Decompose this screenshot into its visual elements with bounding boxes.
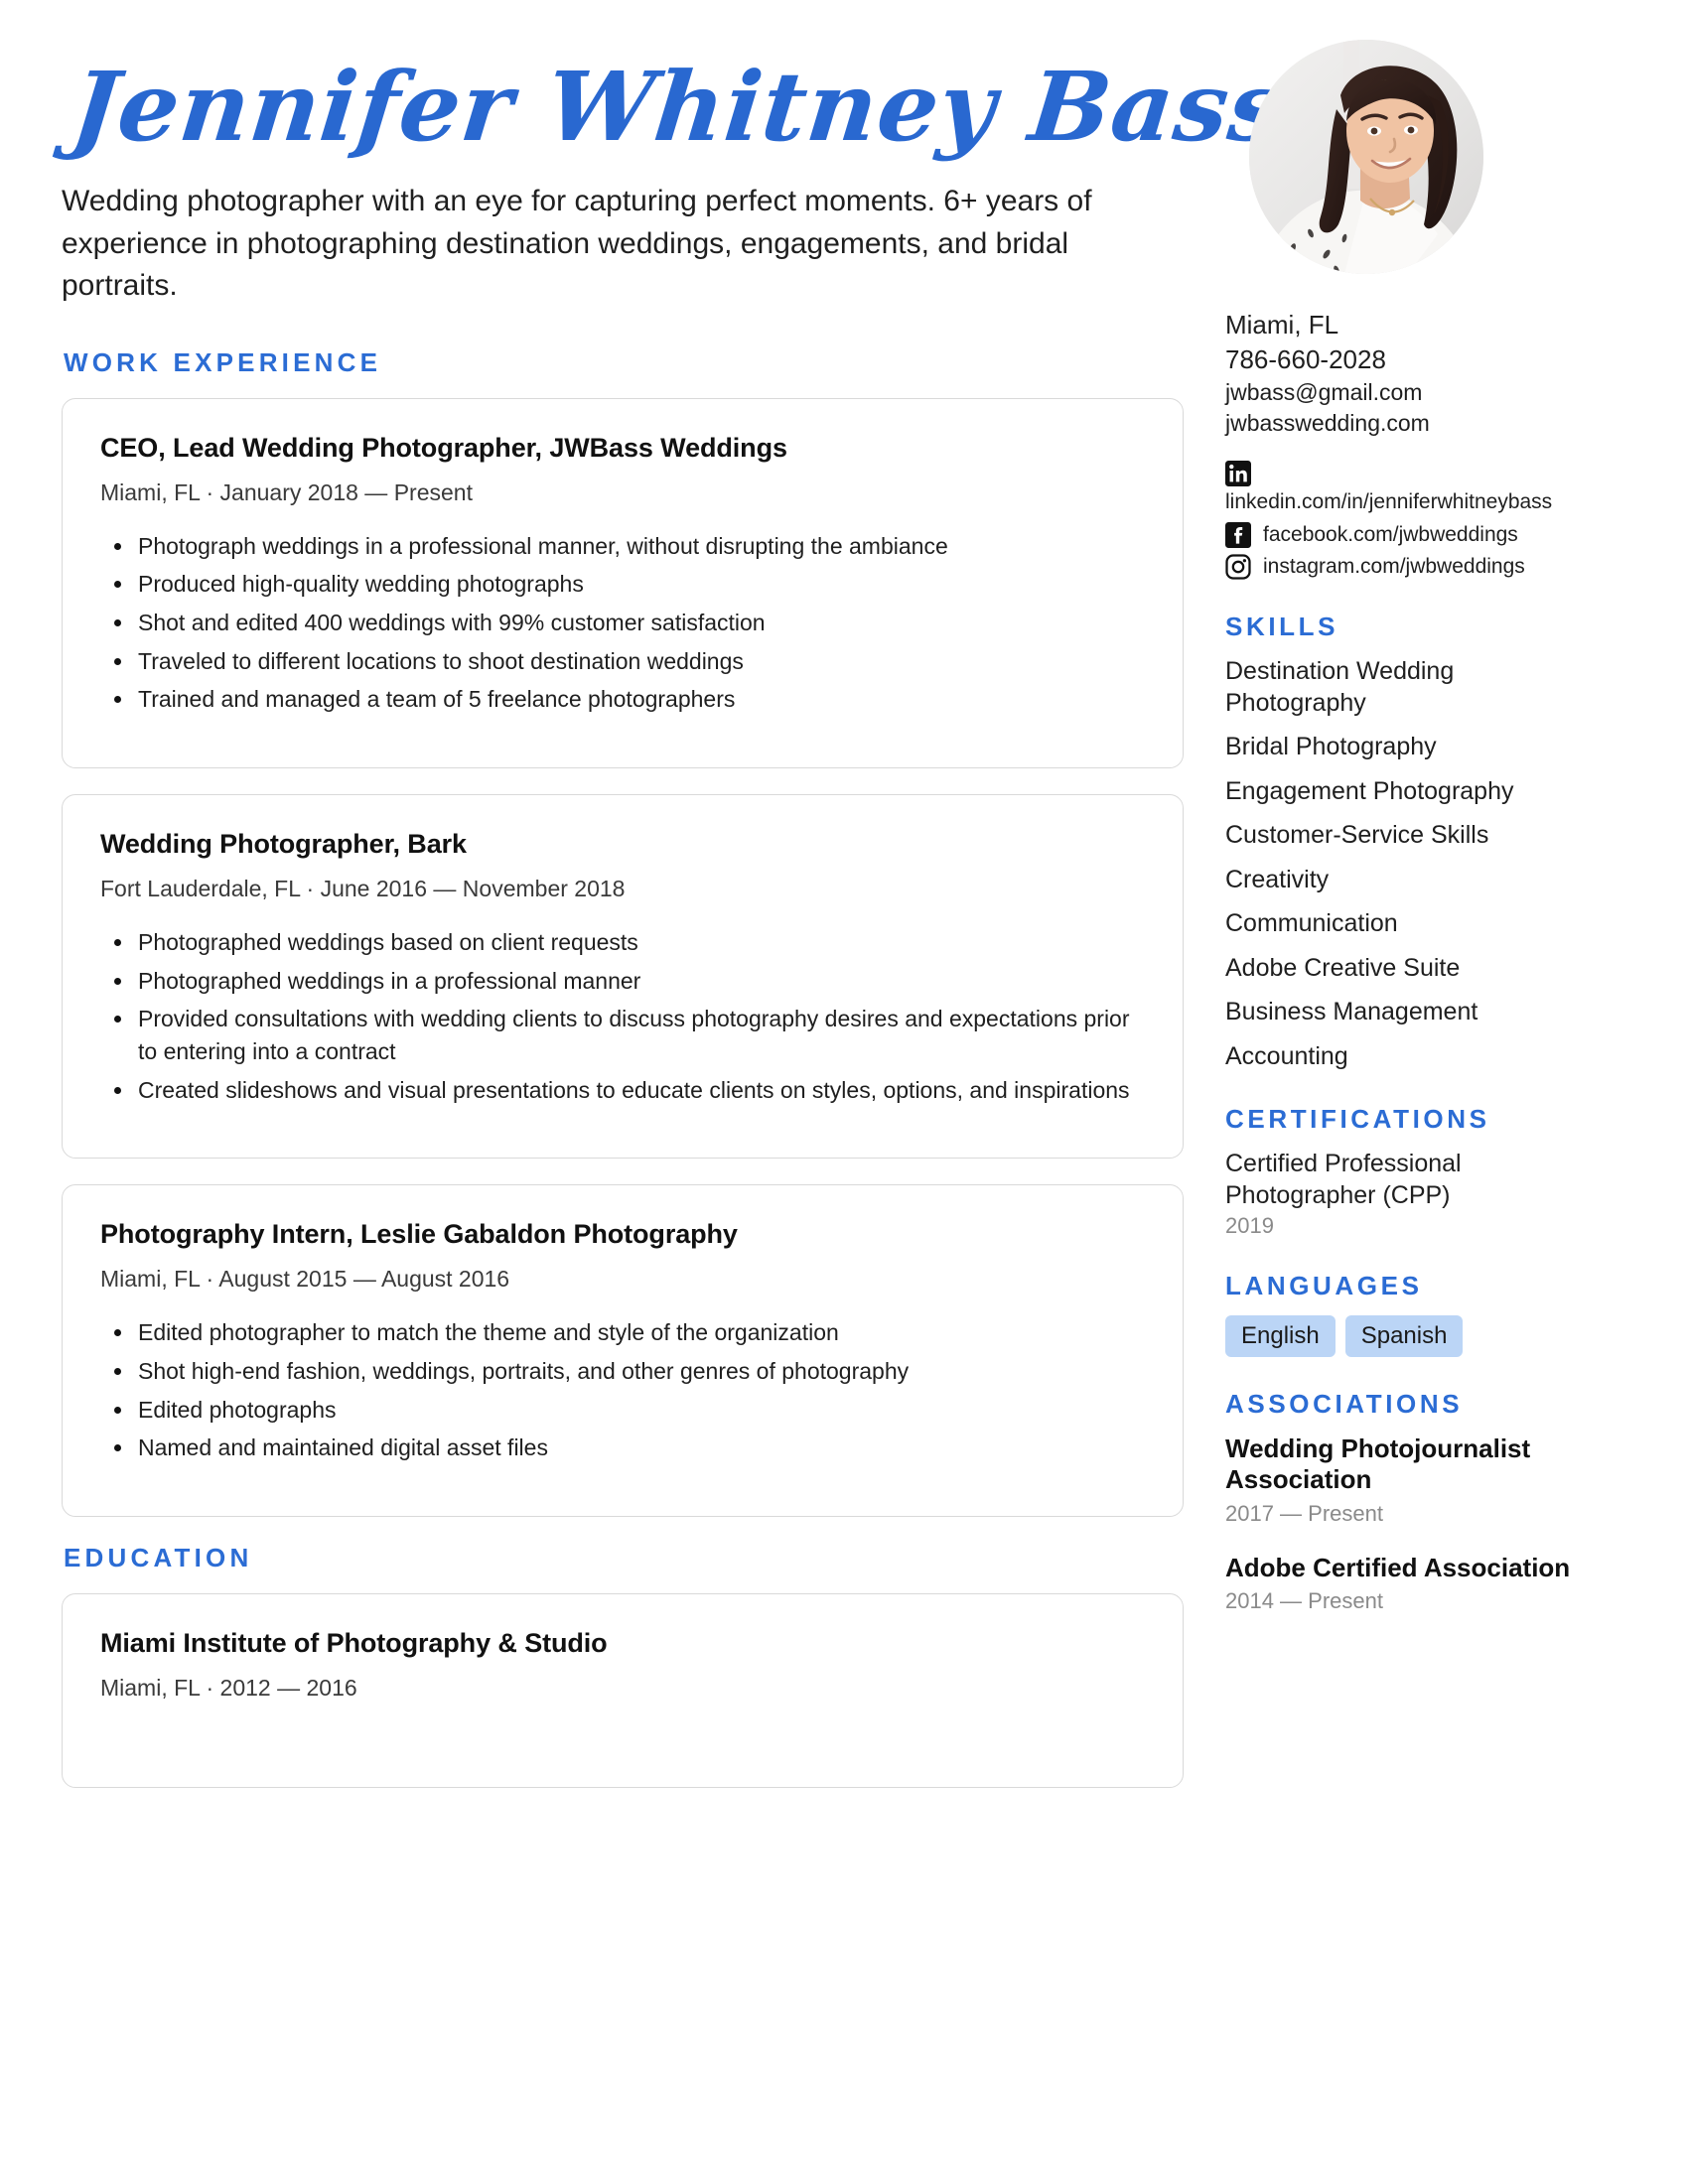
avatar — [1249, 40, 1483, 274]
avatar-illustration — [1249, 40, 1483, 274]
skill-item: Communication — [1225, 909, 1398, 938]
contact-phone[interactable]: 786-660-2028 — [1225, 342, 1593, 377]
instagram-icon — [1225, 554, 1251, 580]
job-bullet: Created slideshows and visual presentati… — [100, 1074, 1145, 1107]
job-meta: Miami, FL · August 2015 — August 2016 — [100, 1266, 510, 1293]
contact-location: Miami, FL — [1225, 310, 1339, 340]
certification-item: Certified Professional Photographer (CPP… — [1225, 1149, 1593, 1239]
job-bullet: Edited photographer to match the theme a… — [100, 1316, 1145, 1349]
job-title: Photography Intern, Leslie Gabaldon Phot… — [100, 1219, 738, 1250]
social-links: linkedin.com/in/jenniferwhitneybass face… — [1225, 461, 1593, 580]
job-bullets: Photograph weddings in a professional ma… — [100, 530, 1145, 716]
job-bullet: Provided consultations with wedding clie… — [100, 1003, 1145, 1067]
job-bullet: Photographed weddings in a professional … — [100, 965, 1145, 998]
professional-summary: Wedding photographer with an eye for cap… — [62, 185, 1092, 303]
contact-block: Miami, FL 786-660-2028 jwbass@gmail.com … — [1225, 308, 1593, 439]
main-column: Jennifer Whitney Bass Wedding photograph… — [62, 40, 1290, 1814]
facebook-url: facebook.com/jwbweddings — [1263, 523, 1518, 547]
job-title: Wedding Photographer, Bark — [100, 829, 467, 860]
job-bullet: Traveled to different locations to shoot… — [100, 645, 1145, 678]
skill-item: Adobe Creative Suite — [1225, 953, 1461, 982]
section-heading-skills: SKILLS — [1225, 612, 1339, 642]
section-heading-certifications: CERTIFICATIONS — [1225, 1104, 1490, 1135]
job-bullets: Edited photographer to match the theme a… — [100, 1316, 1145, 1464]
work-experience-entry: Wedding Photographer, Bark Fort Lauderda… — [62, 794, 1184, 1160]
association-name: Adobe Certified Association — [1225, 1552, 1571, 1582]
school-meta: Miami, FL · 2012 — 2016 — [100, 1674, 357, 1701]
resume-page: Jennifer Whitney Bass Wedding photograph… — [0, 0, 1688, 2184]
instagram-url: instagram.com/jwbweddings — [1263, 555, 1525, 579]
association-name: Wedding Photojournalist Association — [1225, 1433, 1531, 1495]
certifications-list: Certified Professional Photographer (CPP… — [1225, 1149, 1593, 1239]
job-bullet: Shot high-end fashion, weddings, portrai… — [100, 1355, 1145, 1388]
section-heading-associations: ASSOCIATIONS — [1225, 1389, 1464, 1420]
job-bullet: Photographed weddings based on client re… — [100, 926, 1145, 959]
associations-list: Wedding Photojournalist Association 2017… — [1225, 1433, 1593, 1614]
languages-list: English Spanish — [1225, 1315, 1593, 1358]
association-date: 2017 — Present — [1225, 1500, 1383, 1526]
work-experience-entry: Photography Intern, Leslie Gabaldon Phot… — [62, 1184, 1184, 1517]
school-name: Miami Institute of Photography & Studio — [100, 1627, 608, 1658]
education-entry: Miami Institute of Photography & Studio … — [62, 1592, 1184, 1788]
contact-website[interactable]: jwbasswedding.com — [1225, 408, 1593, 439]
skill-item: Destination Wedding Photography — [1225, 657, 1455, 717]
section-heading-work-experience: WORK EXPERIENCE — [64, 346, 382, 377]
work-experience-entry: CEO, Lead Wedding Photographer, JWBass W… — [62, 397, 1184, 769]
facebook-link[interactable]: facebook.com/jwbweddings — [1225, 522, 1593, 549]
skills-list: Destination Wedding Photography Bridal P… — [1225, 656, 1593, 1072]
certification-date: 2019 — [1225, 1213, 1274, 1239]
page-title: Jennifer Whitney Bass — [67, 51, 1290, 163]
skill-item: Business Management — [1225, 998, 1478, 1026]
job-meta: Fort Lauderdale, FL · June 2016 — Novemb… — [100, 876, 626, 902]
certification-name: Certified Professional Photographer (CPP… — [1225, 1150, 1462, 1209]
job-meta: Miami, FL · January 2018 — Present — [100, 478, 473, 505]
education-list: Miami Institute of Photography & Studio … — [62, 1592, 1184, 1788]
resume-layout: Jennifer Whitney Bass Wedding photograph… — [0, 0, 1688, 1814]
job-bullet: Produced high-quality wedding photograph… — [100, 568, 1145, 601]
job-bullet: Photograph weddings in a professional ma… — [100, 530, 1145, 563]
language-tag: Spanish — [1344, 1315, 1464, 1358]
skill-item: Engagement Photography — [1225, 776, 1514, 805]
job-bullet: Trained and managed a team of 5 freelanc… — [100, 683, 1145, 716]
association-date: 2014 — Present — [1225, 1587, 1383, 1613]
work-experience-list: CEO, Lead Wedding Photographer, JWBass W… — [62, 397, 1184, 1517]
section-heading-education: EDUCATION — [64, 1542, 253, 1572]
job-bullet: Shot and edited 400 weddings with 99% cu… — [100, 607, 1145, 639]
job-bullets: Photographed weddings based on client re… — [100, 926, 1145, 1106]
skill-item: Creativity — [1225, 865, 1330, 893]
linkedin-link[interactable] — [1225, 461, 1593, 487]
linkedin-icon — [1225, 461, 1251, 487]
job-title: CEO, Lead Wedding Photographer, JWBass W… — [100, 432, 787, 463]
association-item: Adobe Certified Association 2014 — Prese… — [1225, 1553, 1593, 1614]
facebook-icon — [1225, 522, 1251, 549]
job-bullet: Edited photographs — [100, 1394, 1145, 1427]
section-heading-languages: LANGUAGES — [1225, 1271, 1423, 1301]
skill-item: Accounting — [1225, 1041, 1348, 1070]
skill-item: Bridal Photography — [1225, 733, 1437, 761]
linkedin-url[interactable]: linkedin.com/in/jenniferwhitneybass — [1225, 490, 1593, 514]
sidebar-column: Miami, FL 786-660-2028 jwbass@gmail.com … — [1184, 40, 1593, 1640]
language-tag: English — [1225, 1315, 1336, 1358]
contact-email[interactable]: jwbass@gmail.com — [1225, 377, 1593, 408]
skill-item: Customer-Service Skills — [1225, 821, 1489, 850]
association-item: Wedding Photojournalist Association 2017… — [1225, 1433, 1593, 1526]
job-bullet: Named and maintained digital asset files — [100, 1432, 1145, 1464]
instagram-link[interactable]: instagram.com/jwbweddings — [1225, 554, 1593, 580]
